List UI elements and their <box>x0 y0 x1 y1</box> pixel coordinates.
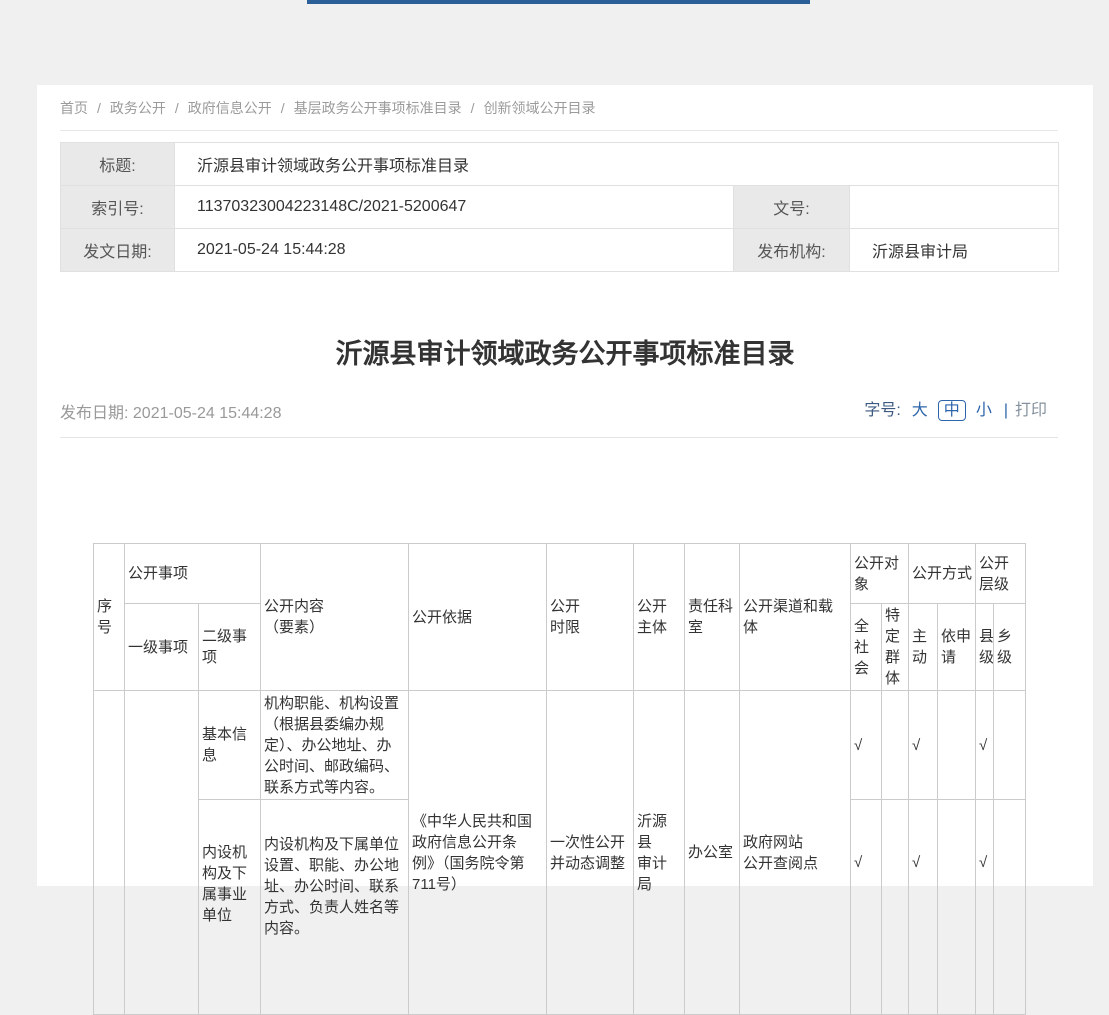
breadcrumb-separator: / <box>97 100 101 116</box>
check-audience-specific <box>882 691 909 800</box>
meta-index-label: 索引号: <box>61 186 175 229</box>
font-size-medium-button[interactable]: 中 <box>938 400 966 421</box>
header-level1-item: 一级事项 <box>125 604 199 691</box>
check-method-proactive: √ <box>909 800 938 1015</box>
meta-org-value: 沂源县审计局 <box>850 229 1059 272</box>
content-panel: 首页 / 政务公开 / 政府信息公开 / 基层政务公开事项标准目录 / 创新领域公开目录 标题:… <box>37 85 1093 886</box>
header-basis: 公开依据 <box>409 544 547 691</box>
meta-title-value: 沂源县审计领域政务公开事项标准目录 <box>175 143 1059 186</box>
check-method-proactive: √ <box>909 691 938 800</box>
header-subject: 公开 主体 <box>634 544 685 691</box>
cell-content: 机构职能、机构设置 （根据县委编办规 定）、办公地址、办 公时间、邮政编码、 联… <box>261 691 409 800</box>
cell-content: 内设机构及下属单位 设置、职能、办公地 址、办公时间、联系 方式、负责人姓名等 … <box>261 800 409 1015</box>
header-item-group: 公开事项 <box>125 544 261 604</box>
print-button[interactable]: 打印 <box>1015 402 1047 419</box>
header-audience: 公开对 象 <box>851 544 909 604</box>
header-method-proactive: 主 动 <box>909 604 938 691</box>
font-size-large-button[interactable]: 大 <box>912 402 928 419</box>
breadcrumb-item-gov-information-disclosure[interactable]: 政府信息公开 <box>188 100 272 116</box>
check-method-on-request <box>938 691 976 800</box>
check-level-township <box>994 691 1026 800</box>
meta-org-label: 发布机构: <box>734 229 850 272</box>
header-time-limit: 公开 时限 <box>547 544 634 691</box>
cell-level2: 内设机 构及下 属事业 单位 <box>199 800 261 1015</box>
header-channel: 公开渠道和载 体 <box>740 544 851 691</box>
cell-serial <box>94 691 125 1015</box>
cell-subject: 沂源县 审计局 <box>634 691 685 1015</box>
breadcrumb-separator: / <box>281 100 285 116</box>
breadcrumb-divider <box>60 130 1058 131</box>
meta-docno-value <box>850 186 1059 229</box>
cell-channel: 政府网站 公开查阅点 <box>740 691 851 1015</box>
catalog-row-basic-info: 基本信 息 机构职能、机构设置 （根据县委编办规 定）、办公地址、办 公时间、邮… <box>94 691 1026 800</box>
cell-level2: 基本信 息 <box>199 691 261 800</box>
header-method-on-request: 依申 请 <box>938 604 976 691</box>
font-size-widget: 字号: 大中小 | 打印 <box>864 396 1047 420</box>
breadcrumb-item-govinfo[interactable]: 政务公开 <box>110 100 166 116</box>
header-level: 公开 层级 <box>976 544 1026 604</box>
breadcrumb-item-innovation-catalog[interactable]: 创新领域公开目录 <box>484 100 596 116</box>
check-audience-specific <box>882 800 909 1015</box>
font-size-small-button[interactable]: 小 <box>976 402 992 419</box>
cell-time-limit: 一次性公开 并动态调整 <box>547 691 634 1015</box>
publish-date: 发布日期: 2021-05-24 15:44:28 <box>60 399 281 423</box>
header-audience-all: 全社 会 <box>851 604 882 691</box>
cell-department: 办公室 <box>685 691 740 1015</box>
publish-date-value: 2021-05-24 15:44:28 <box>133 405 282 422</box>
catalog-header-row-1: 序 号 公开事项 公开内容 （要素） 公开依据 公开 时限 公开 主体 责任科 … <box>94 544 1026 604</box>
font-size-divider: | <box>1004 402 1008 419</box>
meta-row-date: 发文日期: 2021-05-24 15:44:28 发布机构: 沂源县审计局 <box>61 229 1059 272</box>
page-title: 沂源县审计领域政务公开事项标准目录 <box>37 337 1093 371</box>
header-serial: 序 号 <box>94 544 125 691</box>
document-meta-table: 标题: 沂源县审计领域政务公开事项标准目录 索引号: 1137032300422… <box>60 142 1059 272</box>
top-nav-accent-bar <box>307 0 810 4</box>
check-audience-all: √ <box>851 691 882 800</box>
header-audience-specific: 特 定 群 体 <box>882 604 909 691</box>
cell-level1 <box>125 691 199 1015</box>
header-method: 公开方式 <box>909 544 976 604</box>
disclosure-catalog-table: 序 号 公开事项 公开内容 （要素） 公开依据 公开 时限 公开 主体 责任科 … <box>93 543 1026 1015</box>
header-level-township: 乡 级 <box>994 604 1026 691</box>
breadcrumb-separator: / <box>175 100 179 116</box>
cell-basis: 《中华人民共和国 政府信息公开条 例》（国务院令第 711号） <box>409 691 547 1015</box>
breadcrumb-item-home[interactable]: 首页 <box>60 100 88 116</box>
header-content: 公开内容 （要素） <box>261 544 409 691</box>
header-divider <box>60 437 1058 438</box>
meta-title-label: 标题: <box>61 143 175 186</box>
font-size-label: 字号: <box>864 402 900 419</box>
check-audience-all: √ <box>851 800 882 1015</box>
meta-row-index: 索引号: 11370323004223148C/2021-5200647 文号: <box>61 186 1059 229</box>
check-level-county: √ <box>976 800 994 1015</box>
header-level2-item: 二级事 项 <box>199 604 261 691</box>
meta-index-value: 11370323004223148C/2021-5200647 <box>175 186 734 229</box>
meta-docno-label: 文号: <box>734 186 850 229</box>
meta-row-title: 标题: 沂源县审计领域政务公开事项标准目录 <box>61 143 1059 186</box>
breadcrumb: 首页 / 政务公开 / 政府信息公开 / 基层政务公开事项标准目录 / 创新领域公开目录 <box>60 97 596 119</box>
meta-date-value: 2021-05-24 15:44:28 <box>175 229 734 272</box>
check-method-on-request <box>938 800 976 1015</box>
check-level-township <box>994 800 1026 1015</box>
header-department: 责任科 室 <box>685 544 740 691</box>
breadcrumb-item-standard-catalog[interactable]: 基层政务公开事项标准目录 <box>294 100 462 116</box>
publish-date-label: 发布日期: <box>60 405 128 422</box>
header-level-county: 县 级 <box>976 604 994 691</box>
check-level-county: √ <box>976 691 994 800</box>
breadcrumb-separator: / <box>471 100 475 116</box>
meta-date-label: 发文日期: <box>61 229 175 272</box>
